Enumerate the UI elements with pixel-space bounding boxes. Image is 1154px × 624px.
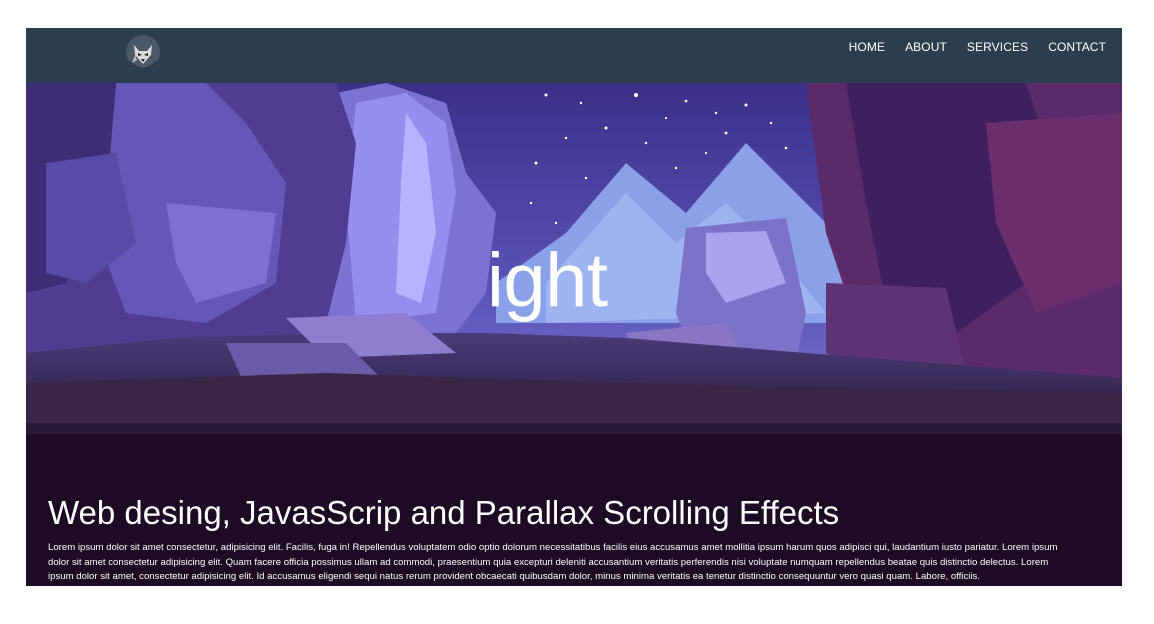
nav-home-link[interactable]: HOME	[839, 40, 895, 54]
wolf-logo-icon[interactable]	[126, 35, 160, 69]
nav-services-link[interactable]: SERVICES	[957, 40, 1038, 54]
content-paragraph: Lorem ipsum dolor sit amet consectetur, …	[48, 542, 1058, 582]
page: HOME ABOUT SERVICES CONTACT ight Web des…	[26, 28, 1122, 586]
content-title: Web desing, JavasScrip and Parallax Scro…	[48, 494, 840, 531]
hero-parallax-section: ight	[26, 83, 1122, 434]
navbar: HOME ABOUT SERVICES CONTACT	[26, 28, 1122, 83]
nav-contact-link[interactable]: CONTACT	[1038, 40, 1106, 54]
content-section: Web desing, JavasScrip and Parallax Scro…	[26, 434, 1122, 586]
hero-parallax-text: ight	[487, 238, 608, 323]
nav-menu: HOME ABOUT SERVICES CONTACT	[839, 40, 1106, 54]
nav-about-link[interactable]: ABOUT	[895, 40, 957, 54]
